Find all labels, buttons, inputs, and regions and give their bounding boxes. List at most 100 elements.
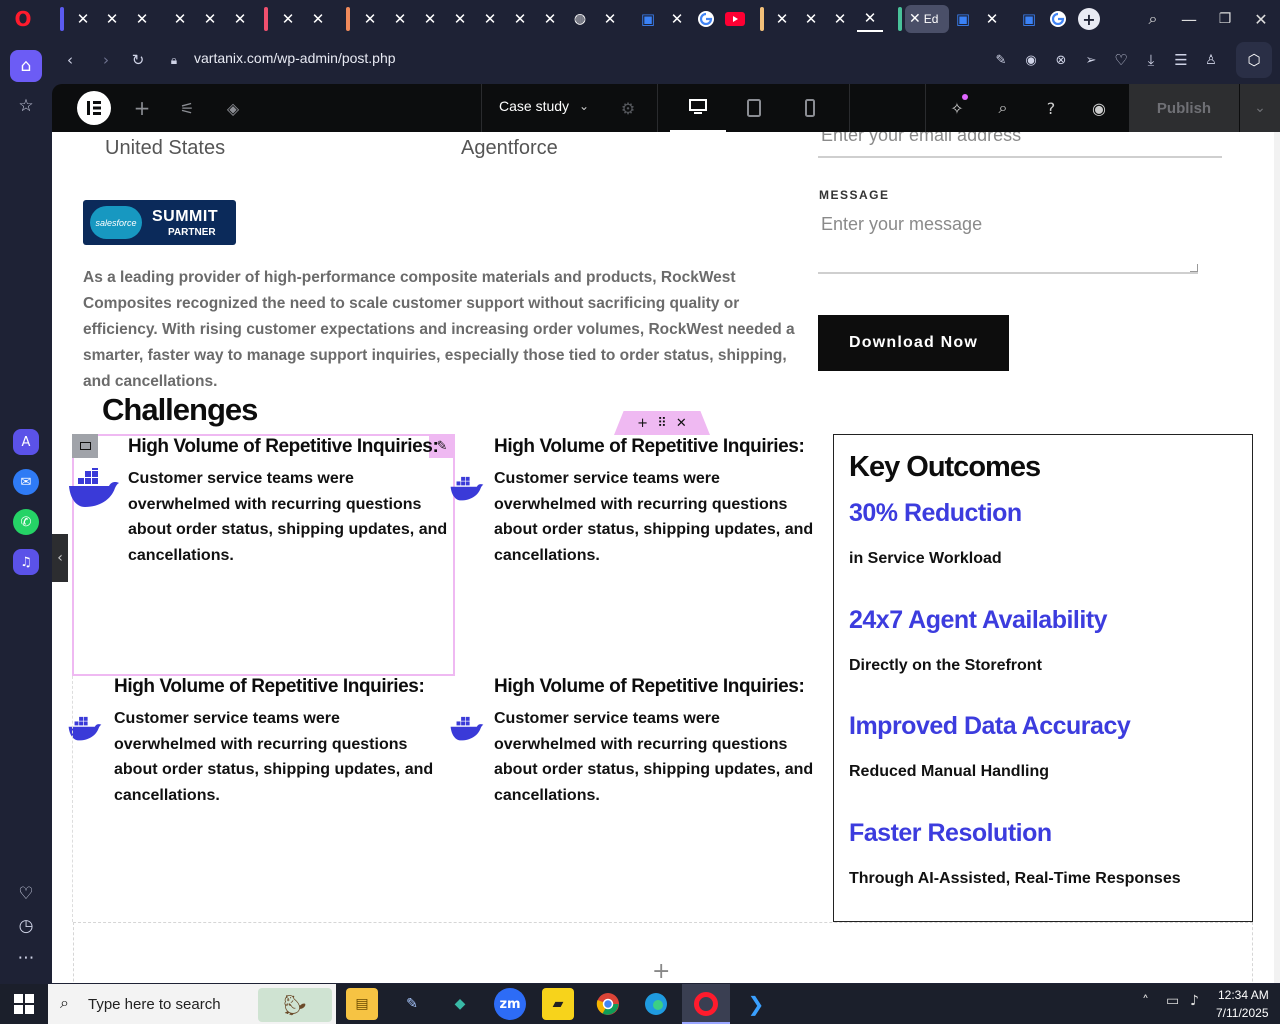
tab-x-icon[interactable]: ✕ [197, 6, 223, 32]
email-field[interactable]: Enter your email address [818, 132, 1222, 158]
clock-date[interactable]: 7/11/2025 [1216, 1006, 1269, 1020]
tab-outlook-icon[interactable]: ▣ [950, 6, 976, 32]
message-field[interactable]: Enter your message [818, 208, 1198, 274]
opera-menu-icon[interactable]: O [10, 6, 36, 32]
download-icon[interactable]: ⤓ [1139, 48, 1163, 72]
app-diamond-icon[interactable]: ◆ [444, 988, 476, 1020]
tab-x-icon[interactable]: ✕ [664, 6, 690, 32]
tab-x-icon[interactable]: ✕ [129, 6, 155, 32]
download-now-button[interactable]: Download Now [818, 315, 1009, 371]
forward-icon[interactable]: › [94, 48, 118, 72]
add-container-icon[interactable]: + [637, 416, 648, 431]
tablet-view-icon[interactable] [744, 98, 764, 118]
profile-icon[interactable]: ♙ [1199, 48, 1223, 72]
tab-x-icon[interactable]: ✕ [305, 6, 331, 32]
url-field[interactable]: vartanix.com/wp-admin/post.php [194, 50, 396, 66]
add-section-area[interactable]: + [73, 922, 1253, 983]
tab-x-icon[interactable]: ✕ [275, 6, 301, 32]
aria-icon[interactable]: A [13, 429, 39, 455]
tab-globe-icon[interactable]: ◍ [567, 6, 593, 32]
favorite-icon[interactable]: ♡ [1109, 48, 1133, 72]
close-window-icon[interactable]: ✕ [1246, 6, 1276, 32]
tab-google-icon[interactable] [1045, 6, 1071, 32]
whatsapp-icon[interactable]: ✆ [13, 509, 39, 535]
elementor-logo-icon[interactable] [77, 91, 111, 125]
send-icon[interactable]: ➢ [1079, 48, 1103, 72]
tab-outlook-icon[interactable]: ▣ [1016, 6, 1042, 32]
taskbar-search-box[interactable]: ⌕ Type here to search 🦫︎ [48, 984, 336, 1024]
volume-icon[interactable]: ♪ [1190, 993, 1199, 1009]
preview-eye-icon[interactable]: ◉ [1087, 96, 1111, 120]
tab-x-icon[interactable]: ✕ [227, 6, 253, 32]
history-icon[interactable]: ◷ [10, 910, 42, 942]
tab-x-icon[interactable]: ✕ [769, 6, 795, 32]
column-handle-icon[interactable] [72, 434, 98, 458]
tab-google-icon[interactable] [693, 6, 719, 32]
adblock-icon[interactable]: ⊗ [1049, 48, 1073, 72]
publish-options-chevron-icon[interactable]: ⌄ [1240, 84, 1280, 132]
tab-x-icon[interactable]: ✕ [507, 6, 533, 32]
add-section-plus-icon[interactable]: + [652, 959, 670, 983]
tab-x-icon[interactable]: ✕ [99, 6, 125, 32]
windows-start-icon[interactable] [14, 994, 34, 1014]
minimize-icon[interactable]: — [1174, 6, 1204, 32]
chrome-icon[interactable] [592, 988, 624, 1020]
messenger-icon[interactable]: ✉ [13, 469, 39, 495]
tab-search-icon[interactable]: ⌕ [1138, 6, 1168, 32]
reload-icon[interactable]: ↻ [126, 48, 150, 72]
template-selector[interactable]: Case study ⌄ [499, 98, 589, 114]
edit-icon[interactable]: ✎ [989, 48, 1013, 72]
edge-icon[interactable] [640, 988, 672, 1020]
star-icon[interactable]: ☆ [10, 90, 42, 122]
file-explorer-icon[interactable]: ▤ [346, 988, 378, 1020]
taskbar-opera-active[interactable] [682, 984, 730, 1024]
mobile-view-icon[interactable] [800, 98, 820, 118]
delete-container-icon[interactable]: ✕ [676, 416, 687, 431]
clock-time[interactable]: 12:34 AM [1218, 988, 1269, 1002]
tab-x-icon[interactable]: ✕ [857, 6, 883, 32]
search-icon[interactable]: ⌕ [991, 96, 1015, 120]
site-settings-icon[interactable]: ⚟ [175, 96, 199, 120]
tab-outlook-icon[interactable]: ▣ [635, 6, 661, 32]
tray-chevron-up-icon[interactable]: ˄ [1142, 994, 1149, 1010]
tab-x-icon[interactable]: ✕ [537, 6, 563, 32]
sticky-notes-icon[interactable]: ▰ [542, 988, 574, 1020]
structure-icon[interactable]: ◈ [221, 96, 245, 120]
back-icon[interactable]: ‹ [58, 48, 82, 72]
tab-x-icon[interactable]: ✕ [167, 6, 193, 32]
tab-x-icon[interactable]: ✕ [798, 6, 824, 32]
panel-toggle-chevron-icon[interactable]: ‹ [52, 534, 68, 582]
tab-x-icon[interactable]: ✕ [70, 6, 96, 32]
publish-button[interactable]: Publish [1129, 84, 1239, 132]
zoom-icon[interactable]: zm [494, 988, 526, 1020]
restore-icon[interactable]: ❐ [1210, 6, 1240, 32]
page-settings-gear-icon[interactable]: ⚙ [616, 96, 640, 120]
desktop-view-icon[interactable] [670, 84, 726, 132]
tab-x-icon[interactable]: ✕ [979, 6, 1005, 32]
tab-youtube-icon[interactable] [722, 6, 748, 32]
drag-handle-icon[interactable]: ⠿ [657, 416, 667, 431]
paint-icon[interactable]: ✎ [396, 988, 428, 1020]
tab-x-icon[interactable]: ✕ [597, 6, 623, 32]
more-options-icon[interactable]: ⋯ [10, 942, 42, 974]
heart-icon[interactable]: ♡ [10, 878, 42, 910]
easy-setup-icon[interactable]: ☰ [1169, 48, 1193, 72]
new-tab-plus-icon[interactable]: + [1078, 8, 1100, 30]
network-icon[interactable]: ▭ [1166, 993, 1179, 1009]
tab-x-icon[interactable]: ✕ [477, 6, 503, 32]
resize-handle-icon[interactable] [1190, 264, 1198, 272]
home-icon[interactable]: ⌂ [10, 50, 42, 82]
page-scrollbar[interactable] [1274, 132, 1280, 983]
camera-icon[interactable]: ◉ [1019, 48, 1043, 72]
tab-x-icon[interactable]: ✕ [417, 6, 443, 32]
tab-x-icon[interactable]: ✕ [357, 6, 383, 32]
tab-x-icon[interactable]: ✕ [387, 6, 413, 32]
tab-x-icon[interactable]: ✕ [827, 6, 853, 32]
add-element-icon[interactable]: + [130, 96, 154, 120]
vscode-icon[interactable]: ❯ [740, 988, 772, 1020]
active-tab[interactable]: ✕ Ed [905, 5, 949, 33]
help-icon[interactable]: ? [1039, 96, 1063, 120]
extensions-button[interactable]: ⬡ [1236, 42, 1272, 78]
music-player-icon[interactable]: ♫ [13, 549, 39, 575]
tab-x-icon[interactable]: ✕ [447, 6, 473, 32]
